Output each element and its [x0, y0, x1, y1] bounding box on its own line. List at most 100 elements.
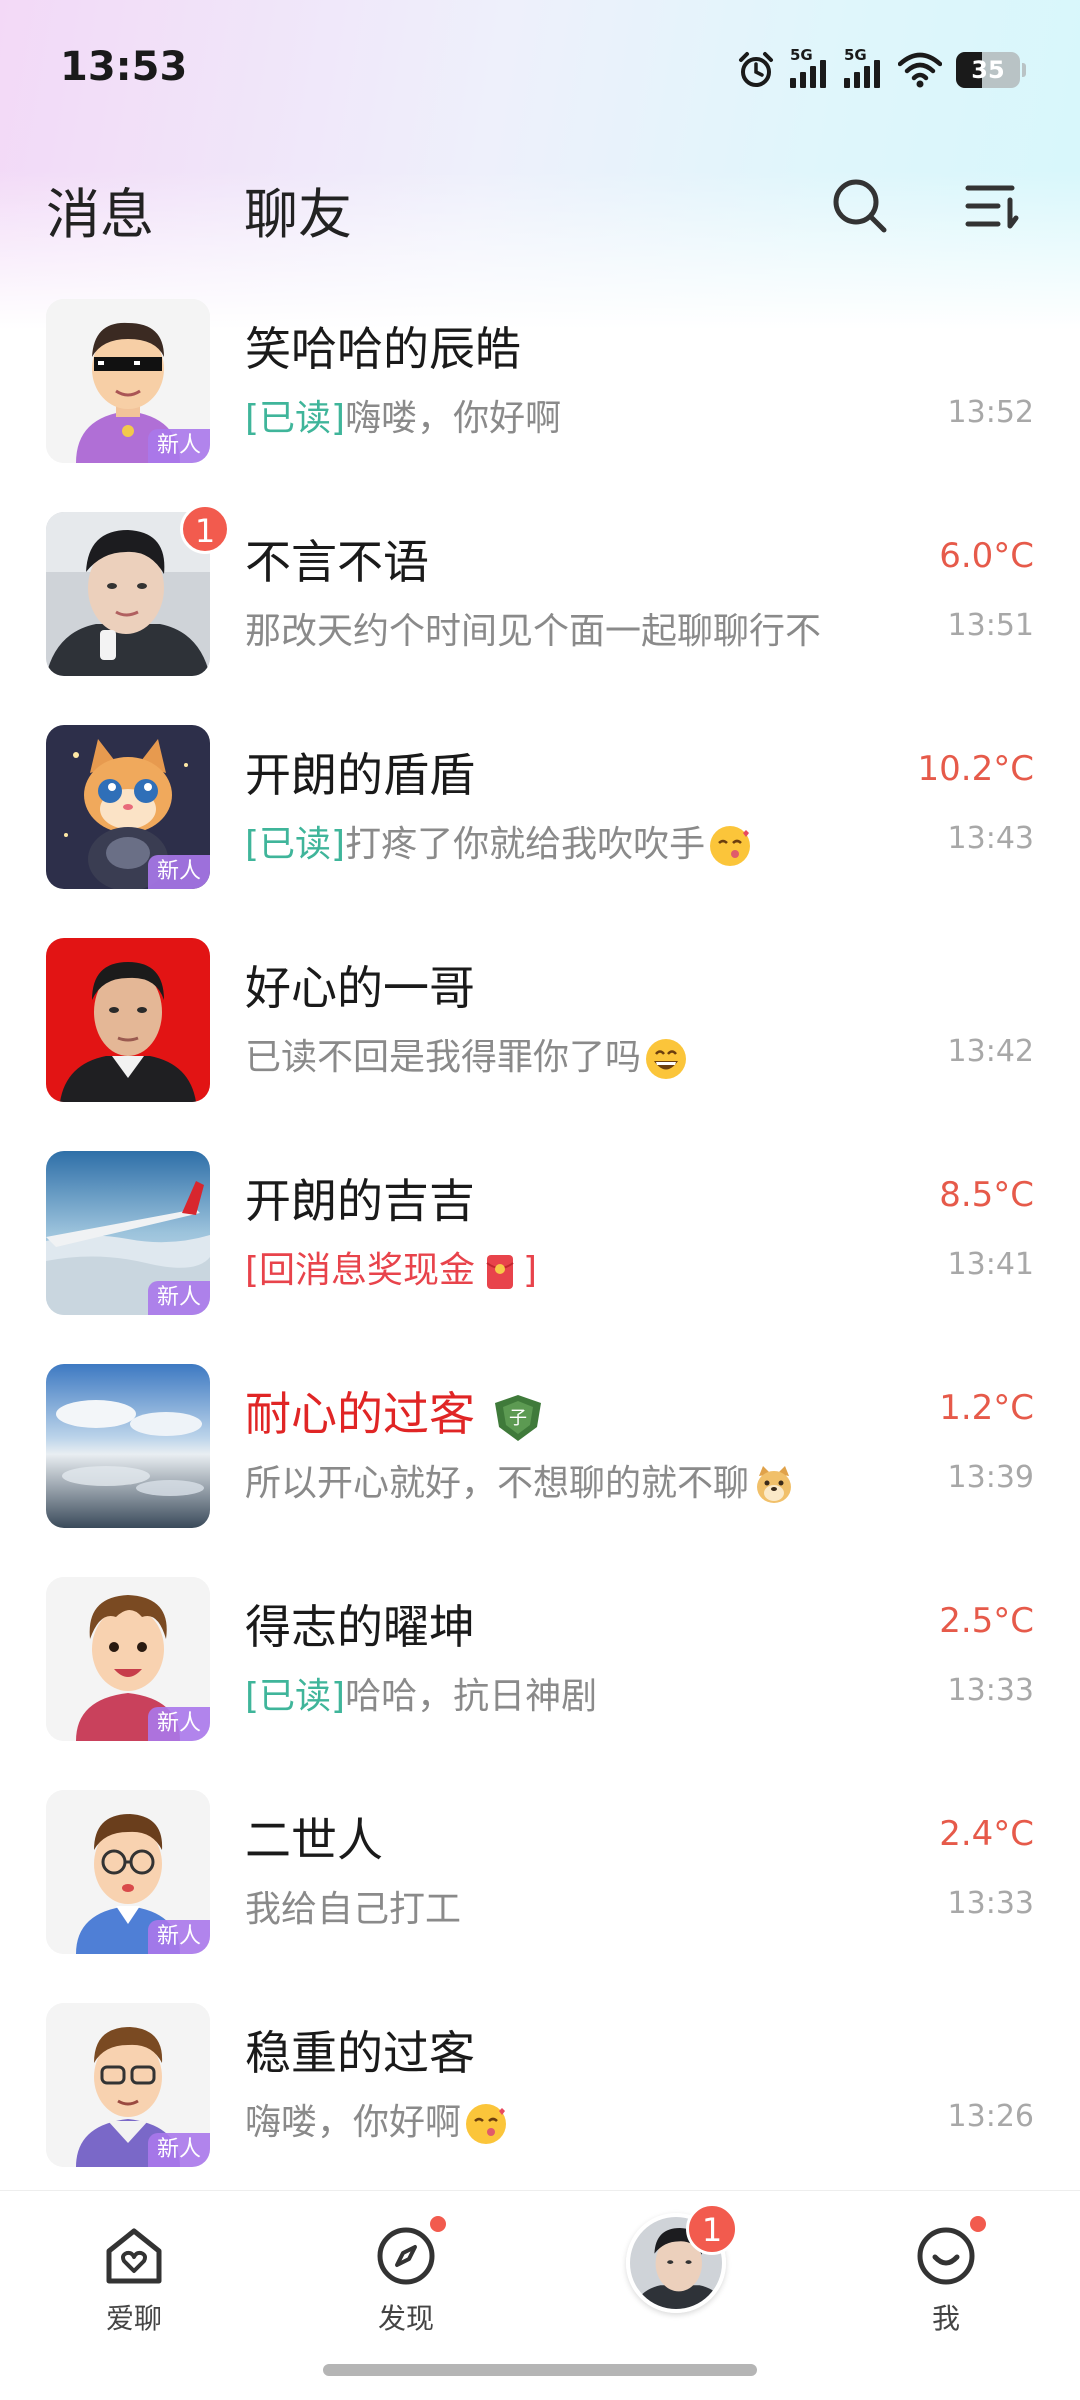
- signal1-label: 5G: [790, 46, 813, 64]
- new-user-tag: 新人: [148, 429, 210, 463]
- signal2-label: 5G: [844, 46, 867, 64]
- intimacy-temperature: 1.2°C: [939, 1388, 1034, 1428]
- message-time: 13:42: [947, 1034, 1034, 1069]
- list-item[interactable]: 新人 稳重的过客 嗨喽，你好啊 13:26: [0, 1999, 1080, 2212]
- list-item[interactable]: 1 不言不语 那改天约个时间见个面一起聊聊行不 6.0°C 13:51: [0, 504, 1080, 721]
- notification-dot: [967, 2213, 989, 2235]
- contact-name: 耐心的过客 子: [245, 1378, 547, 1447]
- avatar[interactable]: 新人: [46, 1151, 210, 1315]
- nav-center-badge: 1: [686, 2203, 738, 2255]
- battery-level: 35: [971, 56, 1005, 84]
- home-heart-icon: [99, 2221, 169, 2291]
- nav-me[interactable]: 我: [876, 2213, 1016, 2337]
- message-time: 13:33: [947, 1886, 1034, 1921]
- preview-text: 嗨喽，你好啊: [345, 398, 562, 439]
- message-time: 13:51: [947, 608, 1034, 643]
- avatar[interactable]: 新人: [46, 725, 210, 889]
- message-preview: [已读]哈哈，抗日神剧: [245, 1667, 597, 1719]
- message-list: 新人 笑哈哈的辰皓 [已读]嗨喽，你好啊 13:52 1 不言不语 那改天约个时…: [0, 295, 1080, 2212]
- list-item[interactable]: 新人 得志的曜坤 [已读]哈哈，抗日神剧 2.5°C 13:33: [0, 1573, 1080, 1786]
- contact-name: 不言不语: [245, 535, 429, 589]
- avatar[interactable]: 新人: [46, 1790, 210, 1954]
- message-time: 13:43: [947, 821, 1034, 856]
- message-time: 13:52: [947, 395, 1034, 430]
- nav-discover[interactable]: 发现: [336, 2213, 476, 2337]
- avatar[interactable]: 新人: [46, 299, 210, 463]
- tab-messages[interactable]: 消息: [46, 170, 162, 249]
- contact-name: 二世人: [245, 1813, 383, 1867]
- intimacy-temperature: 6.0°C: [939, 536, 1034, 576]
- status-time: 13:53: [60, 44, 188, 90]
- sort-menu-icon[interactable]: [960, 174, 1024, 238]
- message-preview: 已读不回是我得罪你了吗: [245, 1028, 689, 1082]
- preview-text: 已读不回是我得罪你了吗: [245, 1037, 642, 1078]
- message-time: 13:26: [947, 2099, 1034, 2134]
- red-envelope-icon: [486, 1255, 514, 1289]
- preview-text: 那改天约个时间见个面一起聊聊行不: [245, 611, 822, 652]
- nav-chat[interactable]: 爱聊: [64, 2221, 204, 2337]
- new-user-tag: 新人: [148, 1707, 210, 1741]
- status-icons: 5G 5G 35: [736, 46, 1026, 94]
- grinning-emoji-icon: [646, 1039, 687, 1079]
- nav-me-label: 我: [931, 2302, 960, 2335]
- list-item[interactable]: 新人 二世人 我给自己打工 2.4°C 13:33: [0, 1786, 1080, 1999]
- message-preview: [已读]嗨喽，你好啊: [245, 389, 561, 441]
- read-status: [已读]: [245, 1676, 346, 1717]
- new-user-tag: 新人: [148, 2133, 210, 2167]
- tab-friends-label: 聊友: [244, 183, 352, 246]
- nav-chat-label: 爱聊: [105, 2302, 162, 2335]
- message-preview: [已读]打疼了你就给我吹吹手: [245, 815, 753, 869]
- contact-name: 笑哈哈的辰皓: [245, 322, 521, 376]
- intimacy-temperature: 2.5°C: [939, 1601, 1034, 1641]
- avatar[interactable]: 新人: [46, 1577, 210, 1741]
- preview-text: 我给自己打工: [245, 1889, 462, 1930]
- search-icon[interactable]: [828, 174, 892, 238]
- nav-discover-label: 发现: [377, 2302, 434, 2335]
- read-status: [已读]: [245, 824, 346, 865]
- preview-text: 所以开心就好，不想聊的就不聊: [245, 1463, 750, 1504]
- intimacy-temperature: 10.2°C: [917, 749, 1034, 789]
- tab-friends[interactable]: 聊友: [244, 170, 352, 249]
- reward-text-end: ]: [523, 1250, 538, 1291]
- reward-text: [回消息奖现金: [245, 1250, 476, 1291]
- unread-badge: 1: [180, 504, 230, 554]
- list-item[interactable]: 新人 笑哈哈的辰皓 [已读]嗨喽，你好啊 13:52: [0, 295, 1080, 508]
- avatar[interactable]: [46, 938, 210, 1102]
- status-bar: 13:53 5G 5G 35: [0, 0, 1080, 140]
- preview-text: 嗨喽，你好啊: [245, 2102, 462, 2143]
- list-item[interactable]: 新人 开朗的吉吉 [回消息奖现金] 8.5°C 13:41: [0, 1147, 1080, 1360]
- notification-dot: [427, 2213, 449, 2235]
- signal-5g-1-icon: 5G: [790, 46, 830, 88]
- message-time: 13:39: [947, 1460, 1034, 1495]
- intimacy-temperature: 8.5°C: [939, 1175, 1034, 1215]
- signal-5g-2-icon: 5G: [844, 46, 884, 88]
- message-preview: 所以开心就好，不想聊的就不聊: [245, 1454, 797, 1508]
- message-preview: 嗨喽，你好啊: [245, 2093, 509, 2147]
- avatar[interactable]: 新人: [46, 2003, 210, 2167]
- message-preview: 那改天约个时间见个面一起聊聊行不: [245, 602, 821, 654]
- smile-face-icon: [911, 2213, 989, 2291]
- contact-name: 稳重的过客: [245, 2026, 475, 2080]
- message-time: 13:33: [947, 1673, 1034, 1708]
- shield-badge-icon: 子: [495, 1394, 541, 1441]
- sky-landscape-avatar: [46, 1364, 210, 1528]
- avatar[interactable]: [46, 1364, 210, 1528]
- intimacy-temperature: 2.4°C: [939, 1814, 1034, 1854]
- list-item[interactable]: 好心的一哥 已读不回是我得罪你了吗 13:42: [0, 934, 1080, 1147]
- alarm-icon: [739, 52, 773, 87]
- contact-name: 开朗的吉吉: [245, 1174, 475, 1228]
- page-header: 消息 聊友: [0, 160, 1080, 260]
- preview-text: 哈哈，抗日神剧: [345, 1676, 598, 1717]
- message-preview: [回消息奖现金]: [245, 1241, 537, 1295]
- battery-icon: 35: [956, 52, 1026, 88]
- message-time: 13:41: [947, 1247, 1034, 1282]
- new-user-tag: 新人: [148, 1920, 210, 1954]
- home-indicator: [323, 2364, 757, 2376]
- read-status: [已读]: [245, 398, 346, 439]
- id-photo-avatar: [46, 938, 210, 1102]
- tab-messages-label: 消息: [46, 183, 154, 246]
- new-user-tag: 新人: [148, 855, 210, 889]
- list-item[interactable]: 新人 开朗的盾盾 [已读]打疼了你就给我吹吹手 10.2°C 13:43: [0, 721, 1080, 934]
- list-item[interactable]: 耐心的过客 子 所以开心就好，不想聊的就不聊 1.2°C 13:39: [0, 1360, 1080, 1573]
- contact-name-text: 耐心的过客: [245, 1387, 475, 1441]
